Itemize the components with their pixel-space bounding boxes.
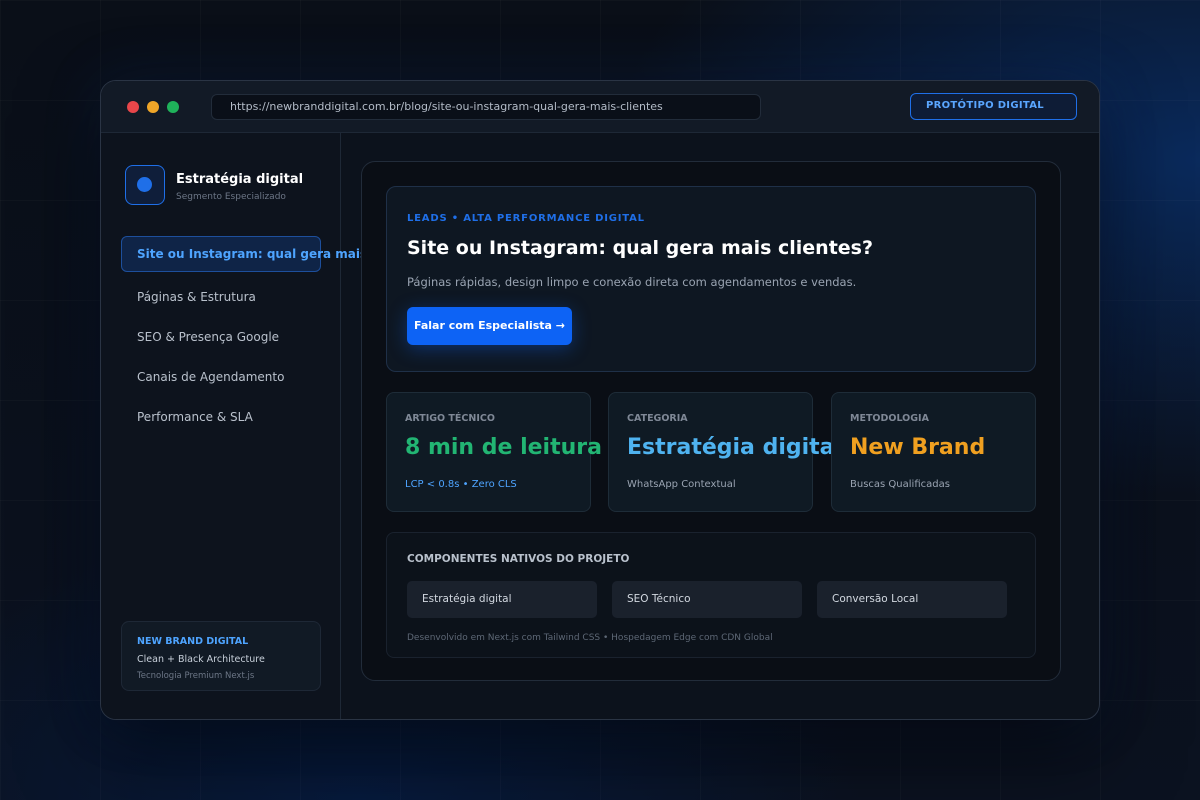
stat-label: CATEGORIA (627, 413, 688, 424)
component-chip[interactable]: Conversão Local (817, 581, 1007, 618)
stat-value: Estratégia digital (627, 435, 843, 460)
sidebar-item-site-ou-instagram[interactable]: Site ou Instagram: qual gera mais client… (121, 236, 431, 272)
sidebar-item-seo-presenca-google[interactable]: SEO & Presença Google (121, 319, 321, 355)
prototype-badge[interactable]: PROTÓTIPO DIGITAL (910, 93, 1077, 120)
brand-title: Estratégia digital (176, 172, 304, 187)
hero-section: LEADS • ALTA PERFORMANCE DIGITAL Site ou… (386, 186, 1036, 372)
native-components-section: COMPONENTES NATIVOS DO PROJETO Estratégi… (386, 532, 1036, 658)
brand-subtitle: Segmento Especializado (176, 192, 286, 202)
sidebar-item-canais-agendamento[interactable]: Canais de Agendamento (121, 359, 321, 395)
tech-footer: Desenvolvido em Next.js com Tailwind CSS… (407, 633, 773, 643)
main-panel: LEADS • ALTA PERFORMANCE DIGITAL Site ou… (361, 161, 1061, 681)
title-bar: https://newbranddigital.com.br/blog/site… (101, 81, 1099, 133)
stat-card-categoria: CATEGORIA Estratégia digital WhatsApp Co… (608, 392, 842, 512)
sidebar-item-paginas-estrutura[interactable]: Páginas & Estrutura (121, 279, 321, 315)
stat-value: 8 min de leitura (405, 435, 602, 460)
address-bar[interactable]: https://newbranddigital.com.br/blog/site… (211, 94, 761, 120)
brand-card-line1: Clean + Black Architecture (137, 654, 265, 665)
hero-description: Páginas rápidas, design limpo e conexão … (407, 275, 857, 289)
hero-tag: LEADS • ALTA PERFORMANCE DIGITAL (407, 213, 645, 224)
component-chip[interactable]: SEO Técnico (612, 581, 802, 618)
component-chip[interactable]: Estratégia digital (407, 581, 597, 618)
minimize-window-button[interactable] (147, 101, 159, 113)
components-heading: COMPONENTES NATIVOS DO PROJETO (407, 553, 630, 565)
close-window-button[interactable] (127, 101, 139, 113)
brand-info-card: NEW BRAND DIGITAL Clean + Black Architec… (121, 621, 321, 691)
stat-value: New Brand (850, 435, 986, 460)
talk-to-specialist-button[interactable]: Falar com Especialista → (407, 307, 572, 345)
brand-card-line2: Tecnologia Premium Next.js (137, 671, 255, 681)
brand-logo-icon (125, 165, 165, 205)
browser-window: https://newbranddigital.com.br/blog/site… (100, 80, 1100, 720)
maximize-window-button[interactable] (167, 101, 179, 113)
stat-subtext: WhatsApp Contextual (627, 479, 736, 490)
stat-card-metodologia: METODOLOGIA New Brand Buscas Qualificada… (831, 392, 1036, 512)
stat-label: ARTIGO TÉCNICO (405, 413, 495, 424)
stat-subtext: LCP < 0.8s • Zero CLS (405, 479, 517, 490)
brand-card-title: NEW BRAND DIGITAL (137, 636, 249, 647)
stat-card-artigo: ARTIGO TÉCNICO 8 min de leitura LCP < 0.… (386, 392, 602, 512)
page-title: Site ou Instagram: qual gera mais client… (407, 237, 874, 259)
stat-label: METODOLOGIA (850, 413, 929, 424)
sidebar: Estratégia digital Segmento Especializad… (101, 133, 431, 719)
stat-subtext: Buscas Qualificadas (850, 479, 950, 490)
sidebar-item-performance-sla[interactable]: Performance & SLA (121, 399, 321, 435)
